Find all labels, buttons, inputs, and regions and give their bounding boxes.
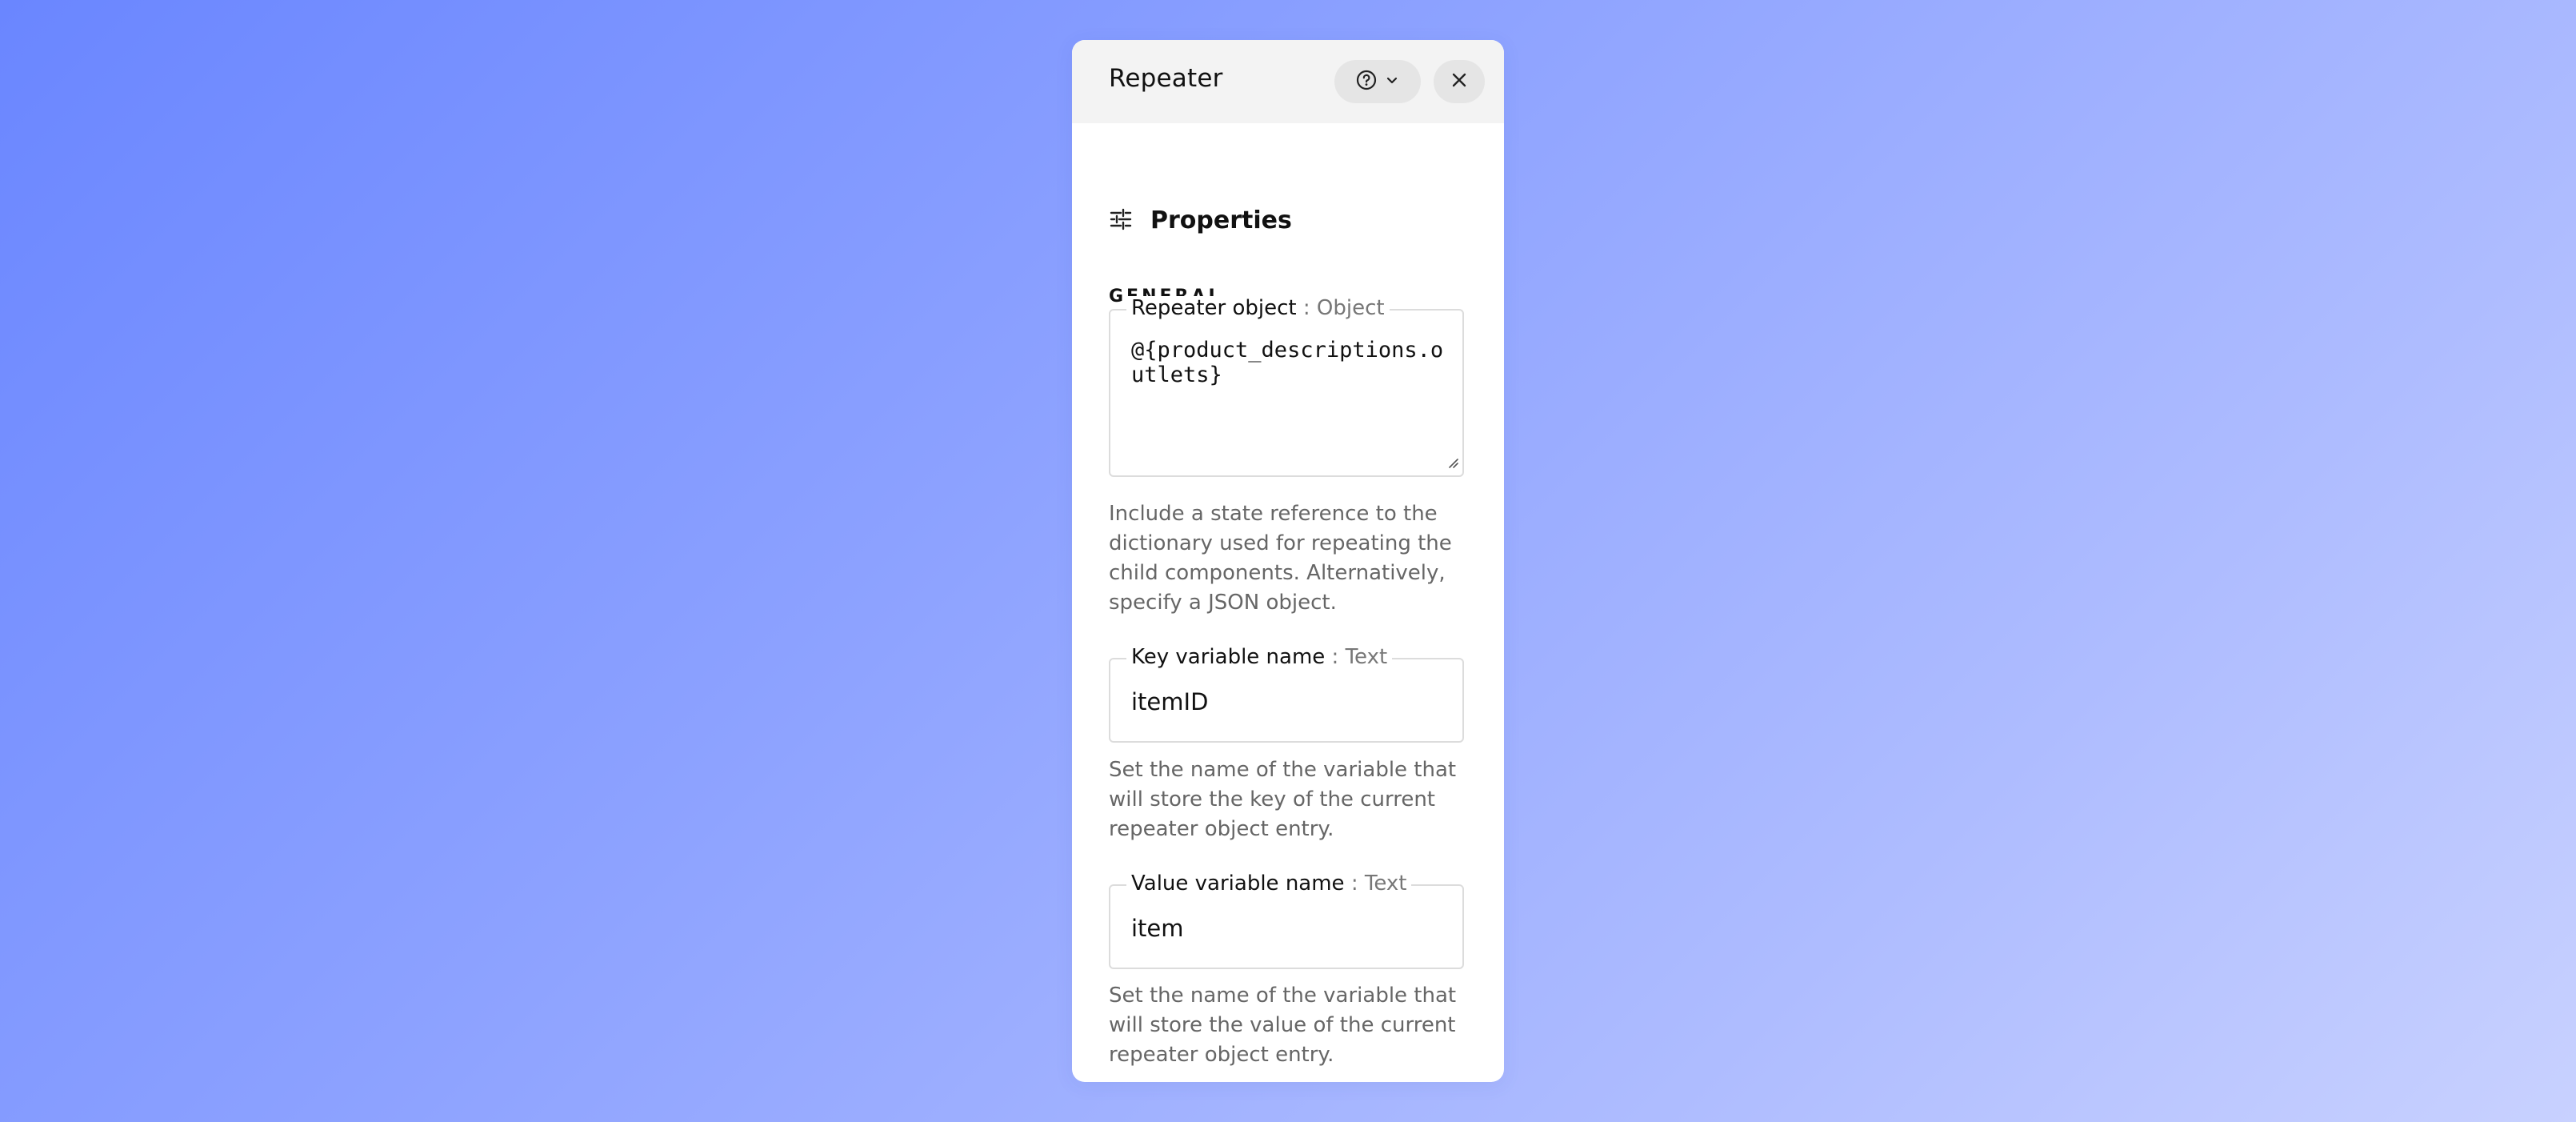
- value-variable-field[interactable]: Value variable name : Text item: [1109, 872, 1464, 969]
- help-circle-icon: [1356, 70, 1377, 94]
- repeater-panel: Repeater Properties Repeater object: Ob…: [1072, 40, 1504, 1082]
- sliders-icon: [1109, 207, 1133, 234]
- field-label: Repeater object: [1131, 296, 1297, 320]
- field-legend: Repeater object : Object: [1126, 296, 1390, 320]
- repeater-object-field[interactable]: Repeater object : Object @{product_descr…: [1109, 296, 1464, 477]
- resize-handle-icon[interactable]: [1446, 456, 1459, 472]
- close-button[interactable]: [1434, 60, 1485, 103]
- panel-header: Repeater: [1072, 40, 1504, 123]
- repeater-object-textarea[interactable]: @{product_descriptions.outlets}: [1131, 338, 1448, 387]
- key-variable-input[interactable]: itemID: [1131, 688, 1208, 715]
- key-variable-field[interactable]: Key variable name : Text itemID: [1109, 645, 1464, 743]
- properties-section-header: Properties: [1109, 206, 1292, 234]
- value-variable-input[interactable]: item: [1131, 915, 1184, 942]
- chevron-down-icon: [1385, 73, 1399, 90]
- field-label: Value variable name: [1131, 872, 1345, 896]
- value-variable-help: Set the name of the variable that will s…: [1109, 984, 1457, 1067]
- field-type: : Text: [1344, 872, 1407, 896]
- close-icon: [1450, 71, 1468, 92]
- key-variable-help: Set the name of the variable that will s…: [1109, 758, 1457, 841]
- panel-title: Repeater: [1109, 64, 1223, 93]
- field-label: Key variable name: [1131, 645, 1326, 669]
- field-legend: Value variable name : Text: [1126, 872, 1412, 896]
- field-type: : Object: [1296, 296, 1385, 320]
- help-button[interactable]: [1334, 60, 1421, 103]
- field-legend: Key variable name : Text: [1126, 645, 1393, 669]
- section-title: Properties: [1150, 206, 1292, 234]
- field-type: : Text: [1325, 645, 1388, 669]
- repeater-object-help: Include a state reference to the diction…: [1109, 502, 1452, 615]
